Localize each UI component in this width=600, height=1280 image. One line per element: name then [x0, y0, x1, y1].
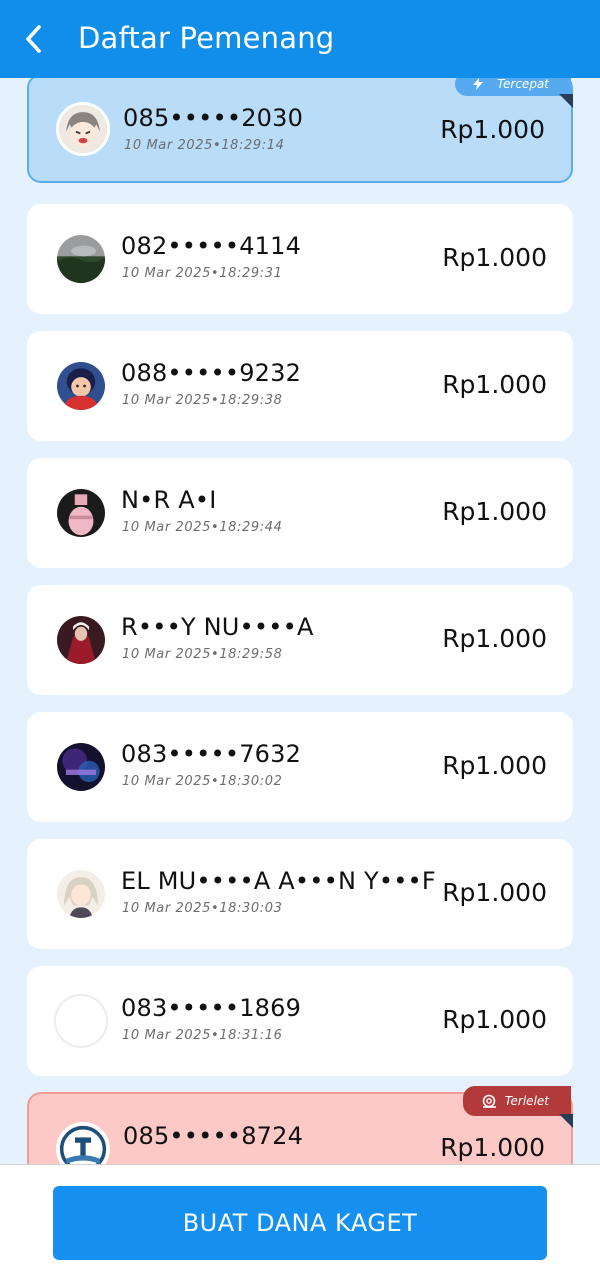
- create-dana-kaget-button[interactable]: BUAT DANA KAGET: [53, 1186, 547, 1260]
- win-time: 10 Mar 2025•18:29:58: [122, 647, 283, 662]
- win-time: 10 Mar 2025•18:31:16: [122, 1028, 283, 1043]
- winner-name: R•••Y NU••••A: [121, 613, 314, 641]
- winner-name: 083•••••7632: [121, 740, 302, 768]
- winner-card: N•R A•I 10 Mar 2025•18:29:44 Rp1.000: [27, 458, 573, 568]
- fastest-badge-label: Tercepat: [497, 78, 549, 91]
- prize-amount: Rp1.000: [442, 243, 547, 272]
- win-time: 10 Mar 2025•18:29:38: [122, 393, 283, 408]
- avatar: [54, 740, 108, 794]
- winner-list[interactable]: 085•••••2030 10 Mar 2025•18:29:14 Rp1.00…: [0, 78, 600, 1164]
- page-title: Daftar Pemenang: [78, 21, 335, 55]
- slowest-badge-label: Terlelet: [504, 1094, 549, 1108]
- winner-card: EL MU••••A A•••N Y•••F 10 Mar 2025•18:30…: [27, 839, 573, 949]
- winner-card-fastest: 085•••••2030 10 Mar 2025•18:29:14 Rp1.00…: [27, 78, 573, 183]
- winner-name: 085•••••2030: [123, 104, 304, 132]
- winner-name: N•R A•I: [121, 486, 217, 514]
- avatar: [54, 486, 108, 540]
- winner-card: 083•••••7632 10 Mar 2025•18:30:02 Rp1.00…: [27, 712, 573, 822]
- avatar: [54, 867, 108, 921]
- win-time: 10 Mar 2025•18:30:03: [122, 901, 283, 916]
- prize-amount: Rp1.000: [442, 1005, 547, 1034]
- winner-name: 082•••••4114: [121, 232, 302, 260]
- prize-amount: Rp1.000: [442, 624, 547, 653]
- snail-icon: [482, 1094, 496, 1108]
- win-time: 10 Mar 2025•18:29:44: [122, 520, 283, 535]
- winner-name: 085•••••8724: [123, 1122, 304, 1150]
- avatar: [54, 232, 108, 286]
- prize-amount: Rp1.000: [442, 497, 547, 526]
- winner-card: R•••Y NU••••A 10 Mar 2025•18:29:58 Rp1.0…: [27, 585, 573, 695]
- avatar: [56, 102, 110, 156]
- avatar: [54, 613, 108, 667]
- chevron-left-icon: [26, 25, 41, 53]
- winner-name: 088•••••9232: [121, 359, 302, 387]
- badge-fold: [559, 94, 573, 108]
- lightning-icon: [473, 78, 484, 90]
- badge-fold: [559, 1114, 573, 1128]
- prize-amount: Rp1.000: [442, 370, 547, 399]
- winner-card: 082•••••4114 10 Mar 2025•18:29:31 Rp1.00…: [27, 204, 573, 314]
- back-button[interactable]: [14, 19, 54, 59]
- win-time: 10 Mar 2025•18:30:02: [122, 774, 283, 789]
- prize-amount: Rp1.000: [442, 878, 547, 907]
- prize-amount: Rp1.000: [440, 115, 545, 144]
- avatar: [54, 359, 108, 413]
- winner-card: 088•••••9232 10 Mar 2025•18:29:38 Rp1.00…: [27, 331, 573, 441]
- win-time: 10 Mar 2025•18:29:14: [124, 138, 285, 153]
- prize-amount: Rp1.000: [442, 751, 547, 780]
- winner-card-slowest: 085•••••8724 Rp1.000 Terlelet: [27, 1086, 573, 1164]
- winner-name: EL MU••••A A•••N Y•••F: [121, 867, 436, 895]
- app-header: Daftar Pemenang: [0, 0, 600, 78]
- prize-amount: Rp1.000: [440, 1133, 545, 1162]
- win-time: 10 Mar 2025•18:29:31: [122, 266, 283, 281]
- slowest-badge: Terlelet: [462, 1086, 571, 1116]
- fastest-badge: Tercepat: [455, 78, 571, 96]
- avatar: [56, 1122, 110, 1164]
- winner-name: 083•••••1869: [121, 994, 302, 1022]
- winner-card: 083•••••1869 10 Mar 2025•18:31:16 Rp1.00…: [27, 966, 573, 1076]
- bottom-bar: BUAT DANA KAGET: [0, 1164, 600, 1280]
- avatar-placeholder: [54, 994, 108, 1048]
